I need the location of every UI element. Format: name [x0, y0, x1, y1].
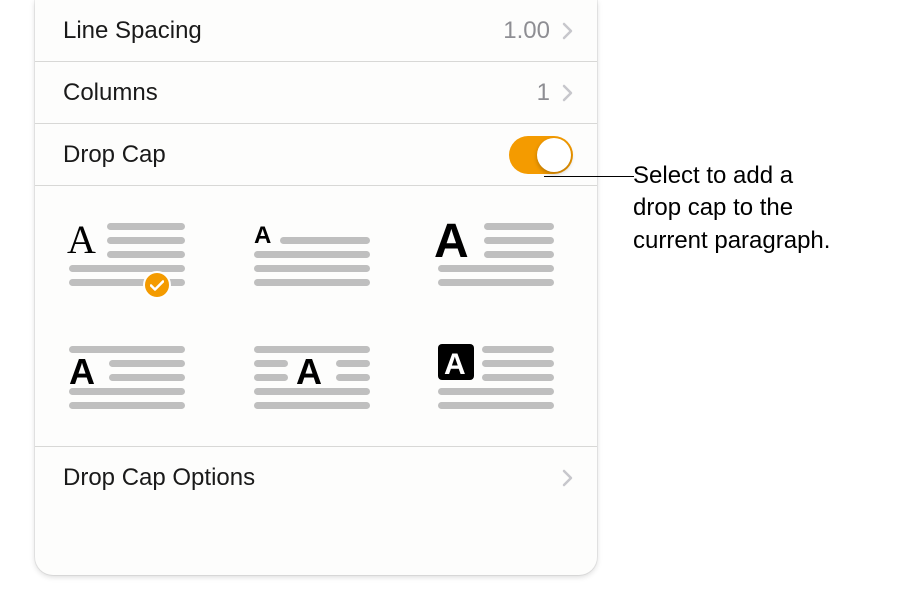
drop-cap-row: Drop Cap — [35, 124, 597, 186]
drop-cap-style-6-icon: A — [434, 340, 562, 418]
drop-cap-toggle[interactable] — [509, 136, 573, 174]
drop-cap-options-row[interactable]: Drop Cap Options — [35, 447, 597, 509]
svg-text:A: A — [434, 217, 469, 268]
check-badge-icon — [143, 271, 171, 299]
toggle-knob — [537, 138, 571, 172]
line-spacing-row[interactable]: Line Spacing 1.00 — [35, 0, 597, 62]
drop-cap-style-1[interactable]: A — [59, 208, 199, 303]
drop-cap-style-2-icon: A — [250, 217, 378, 295]
drop-cap-style-5[interactable]: A — [244, 331, 384, 426]
drop-cap-style-6[interactable]: A — [428, 331, 568, 426]
line-spacing-value-container: 1.00 — [503, 17, 573, 45]
columns-value: 1 — [537, 79, 550, 107]
columns-value-container: 1 — [537, 79, 573, 107]
chevron-right-icon — [562, 22, 573, 40]
drop-cap-style-5-icon: A — [250, 340, 378, 418]
callout-line-3: current paragraph. — [633, 225, 830, 257]
drop-cap-style-4-icon: A — [65, 340, 193, 418]
line-spacing-value: 1.00 — [503, 17, 550, 45]
drop-cap-style-3[interactable]: A — [428, 208, 568, 303]
callout-connector-line — [544, 176, 634, 177]
drop-cap-style-3-icon: A — [434, 217, 562, 295]
drop-cap-toggle-container — [509, 136, 573, 174]
drop-cap-style-2[interactable]: A — [244, 208, 384, 303]
drop-cap-style-1-icon: A — [65, 217, 193, 295]
columns-row[interactable]: Columns 1 — [35, 62, 597, 124]
columns-label: Columns — [63, 79, 158, 107]
svg-text:A: A — [67, 217, 96, 262]
drop-cap-label: Drop Cap — [63, 141, 166, 169]
drop-cap-style-4[interactable]: A — [59, 331, 199, 426]
chevron-right-icon — [562, 84, 573, 102]
drop-cap-options-label: Drop Cap Options — [63, 464, 255, 492]
drop-cap-styles-grid: A A — [59, 208, 573, 426]
line-spacing-label: Line Spacing — [63, 17, 202, 45]
svg-text:A: A — [296, 351, 322, 392]
callout-line-2: drop cap to the — [633, 192, 830, 224]
svg-text:A: A — [69, 351, 95, 392]
chevron-right-icon — [562, 469, 573, 487]
format-panel: Line Spacing 1.00 Columns 1 Drop Cap — [35, 0, 597, 575]
drop-cap-styles-container: A A — [35, 186, 597, 447]
callout-line-1: Select to add a — [633, 160, 830, 192]
svg-text:A: A — [254, 222, 271, 249]
svg-text:A: A — [444, 348, 466, 381]
callout-text: Select to add a drop cap to the current … — [633, 160, 830, 257]
